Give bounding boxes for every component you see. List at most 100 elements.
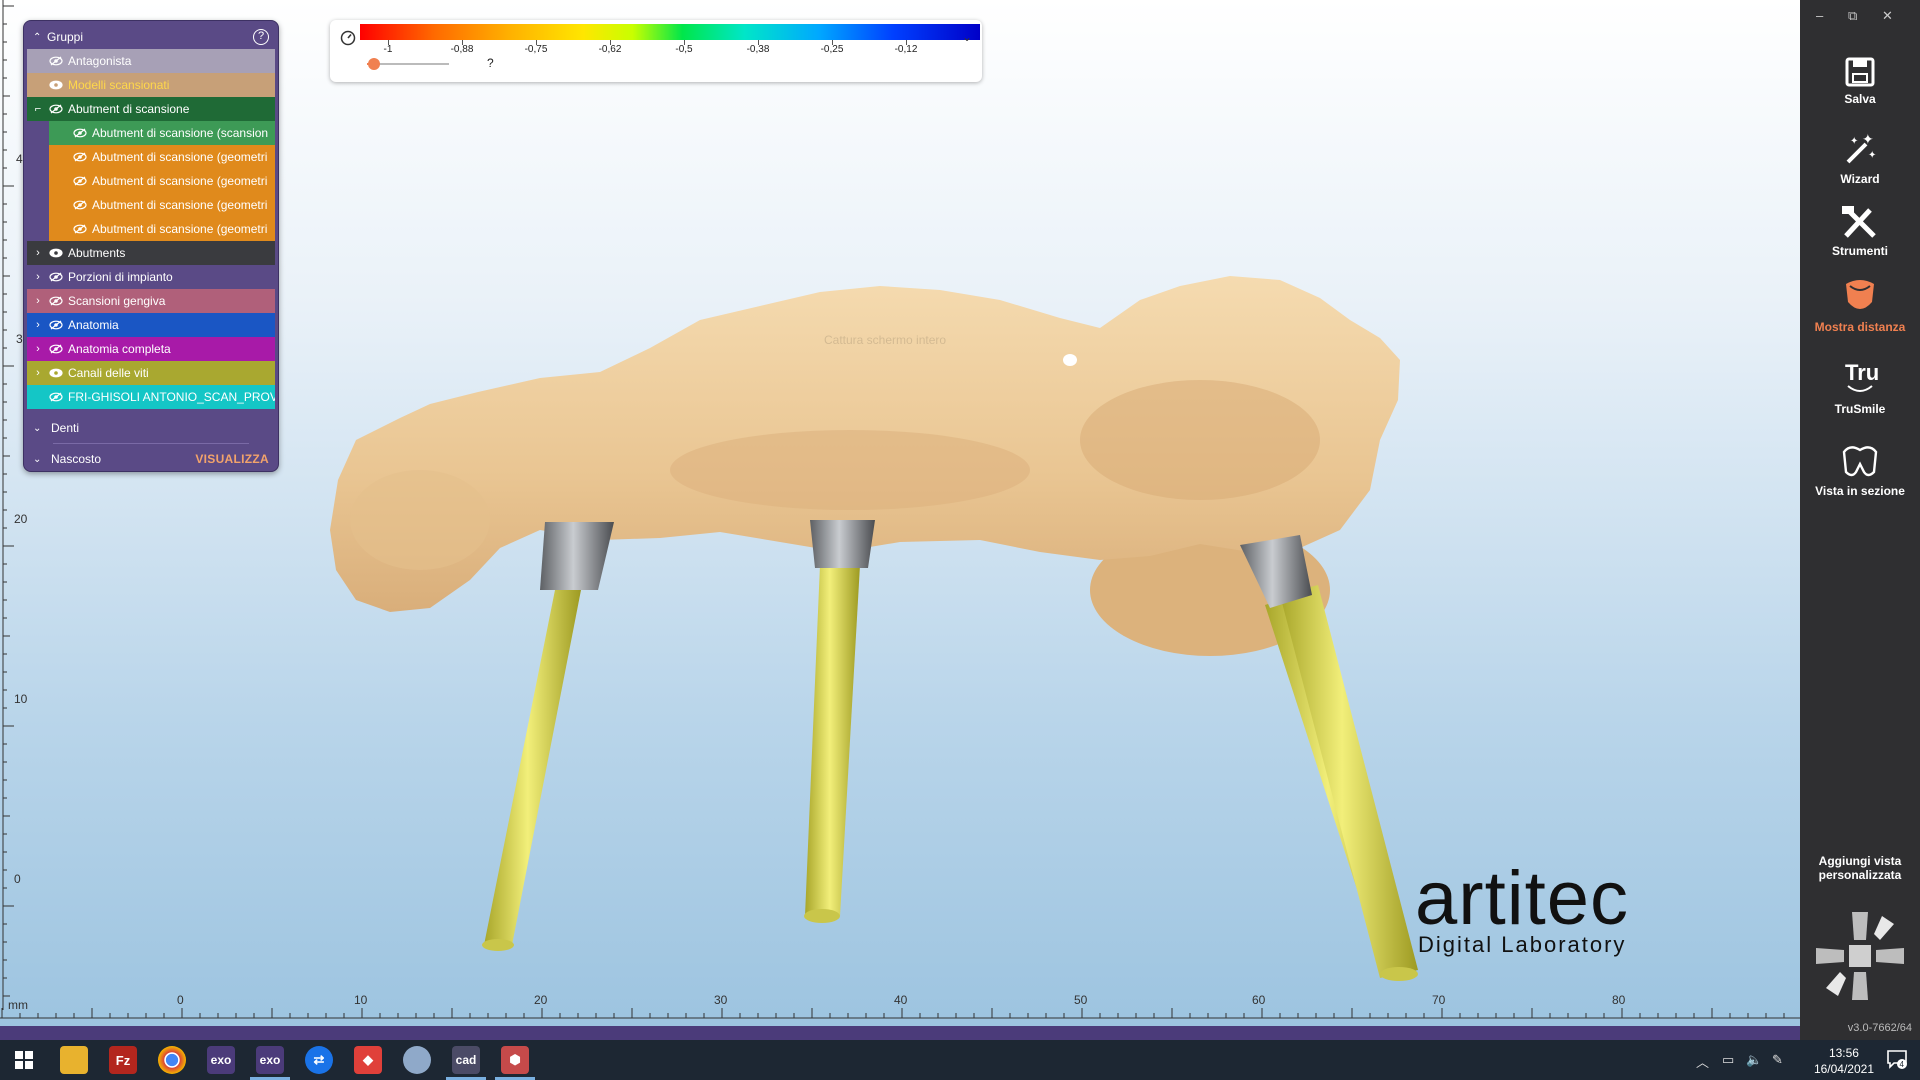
- pen-icon[interactable]: ✎: [1772, 1052, 1783, 1068]
- group-row[interactable]: › Anatomia completa: [27, 337, 275, 361]
- scale-label: -1: [383, 44, 393, 55]
- ruler-x-40: 40: [894, 993, 908, 1007]
- eye-off-icon[interactable]: [73, 176, 87, 186]
- group-row[interactable]: Abutment di scansione (geometri: [49, 169, 275, 193]
- ruler-x-80: 80: [1612, 993, 1626, 1007]
- volume-icon[interactable]: 🔈: [1746, 1052, 1762, 1068]
- trusmile-label: TruSmile: [1834, 402, 1886, 416]
- network-icon[interactable]: ▭: [1722, 1052, 1734, 1068]
- section-view-button[interactable]: Vista in sezione: [1800, 442, 1920, 498]
- eye-off-icon[interactable]: [73, 128, 87, 138]
- filezilla-icon[interactable]: Fz: [109, 1046, 137, 1074]
- eye-off-icon[interactable]: [73, 200, 87, 210]
- chevron-down-icon[interactable]: ⌄: [962, 30, 972, 44]
- distance-icon: [1846, 280, 1874, 309]
- group-row[interactable]: Abutment di scansione (geometri: [49, 193, 275, 217]
- save-button[interactable]: Salva: [1800, 56, 1920, 106]
- visualizza-button[interactable]: VISUALIZZA: [195, 452, 269, 466]
- group-row-label: Canali delle viti: [68, 366, 149, 380]
- chevron-right-icon[interactable]: ⌐: [27, 103, 49, 115]
- chevron-right-icon[interactable]: ›: [27, 343, 49, 355]
- eye-off-icon[interactable]: [49, 296, 63, 306]
- chevron-down-icon[interactable]: ⌄: [33, 454, 51, 465]
- eye-off-icon[interactable]: [49, 344, 63, 354]
- group-row[interactable]: › Canali delle viti: [27, 361, 275, 385]
- ruler-label-10: 10: [14, 692, 28, 706]
- eye-icon[interactable]: [49, 80, 63, 90]
- screw-channel-2-end: [804, 909, 840, 923]
- eye-off-icon[interactable]: [49, 56, 63, 66]
- 3d-app-icon[interactable]: [403, 1046, 431, 1074]
- eye-off-icon[interactable]: [49, 320, 63, 330]
- group-row[interactable]: Abutment di scansione (geometri: [49, 217, 275, 241]
- group-row[interactable]: Antagonista: [27, 49, 275, 73]
- view-navigation-icon[interactable]: [1812, 908, 1908, 1004]
- section-nascosto[interactable]: ⌄ Nascosto VISUALIZZA: [27, 446, 275, 472]
- cad-app-icon[interactable]: cad: [452, 1046, 480, 1074]
- model-shade: [670, 430, 1030, 510]
- scale-label: -0,62: [598, 44, 622, 55]
- exo-app-icon[interactable]: exo: [256, 1046, 284, 1074]
- status-strip: [0, 1026, 1800, 1040]
- chevron-down-icon[interactable]: ⌄: [33, 423, 51, 434]
- file-explorer-icon[interactable]: [60, 1046, 88, 1074]
- gauge-icon[interactable]: [340, 30, 356, 46]
- screw-channel-1-end: [482, 939, 514, 951]
- ruler-label-0: 0: [14, 872, 21, 886]
- group-row[interactable]: ⌐ Abutment di scansione: [27, 97, 275, 121]
- screw-channel-4-end: [1380, 967, 1418, 981]
- group-row-label: Scansioni gengiva: [68, 294, 166, 308]
- group-row-label: Anatomia completa: [68, 342, 171, 356]
- slider-hint: ?: [487, 56, 494, 70]
- section-view-label: Vista in sezione: [1815, 484, 1905, 498]
- eye-icon[interactable]: [49, 248, 63, 258]
- eye-off-icon[interactable]: [49, 272, 63, 282]
- eye-off-icon[interactable]: [73, 224, 87, 234]
- wand-icon: ✦ ✦ ✦: [1846, 132, 1876, 164]
- clock[interactable]: 13:56 16/04/2021: [1814, 1045, 1874, 1077]
- teamviewer-icon[interactable]: ⇄: [305, 1046, 333, 1074]
- chevron-right-icon[interactable]: ›: [27, 271, 49, 283]
- eye-icon[interactable]: [49, 368, 63, 378]
- windows-taskbar: Fz exo exo ⇄ ◆ cad ⬢ ︿ ▭ 🔈 ✎ 13:56 16/04…: [0, 1040, 1920, 1080]
- anydesk-icon[interactable]: ◆: [354, 1046, 382, 1074]
- group-row[interactable]: Abutment di scansione (scansion: [49, 121, 275, 145]
- group-row[interactable]: Abutment di scansione (geometri: [49, 145, 275, 169]
- chevron-right-icon[interactable]: ›: [27, 319, 49, 331]
- eye-off-icon[interactable]: [73, 152, 87, 162]
- minimize-icon[interactable]: –: [1816, 8, 1823, 23]
- close-icon[interactable]: ✕: [1882, 8, 1893, 24]
- group-row[interactable]: › Scansioni gengiva: [27, 289, 275, 313]
- group-row[interactable]: Modelli scansionati: [27, 73, 275, 97]
- group-row[interactable]: FRI-GHISOLI ANTONIO_SCAN_PROV...: [27, 385, 275, 409]
- restore-icon[interactable]: ⧉: [1848, 8, 1857, 24]
- section-denti[interactable]: ⌄ Denti: [27, 415, 275, 441]
- threshold-slider-knob[interactable]: [367, 58, 380, 70]
- show-distance-button[interactable]: Mostra distanza: [1800, 276, 1920, 334]
- group-list: Antagonista Modelli scansionati ⌐ Abutment …: [27, 49, 275, 409]
- group-row[interactable]: › Anatomia: [27, 313, 275, 337]
- ruler-label-20: 20: [14, 512, 28, 526]
- notification-icon[interactable]: 4: [1886, 1048, 1908, 1070]
- trusmile-button[interactable]: Tru TruSmile: [1800, 358, 1920, 416]
- chevron-right-icon[interactable]: ›: [27, 295, 49, 307]
- tools-button[interactable]: Strumenti: [1800, 204, 1920, 258]
- exo-app-icon[interactable]: exo: [207, 1046, 235, 1074]
- add-custom-view-button[interactable]: Aggiungi vista personalizzata: [1800, 854, 1920, 882]
- tray-chevron-icon[interactable]: ︿: [1696, 1052, 1709, 1071]
- chevron-up-icon[interactable]: ⌃: [33, 32, 47, 43]
- eye-off-icon[interactable]: [49, 392, 63, 402]
- start-icon[interactable]: [10, 1046, 38, 1074]
- help-icon[interactable]: ?: [253, 29, 269, 45]
- version-text: v3.0-7662/64: [1847, 1022, 1912, 1034]
- eye-off-icon[interactable]: [49, 104, 63, 114]
- group-row[interactable]: › Porzioni di impianto: [27, 265, 275, 289]
- artitec-logo-sub: Digital Laboratory: [1418, 932, 1626, 957]
- chrome-icon[interactable]: [158, 1046, 186, 1074]
- groups-header[interactable]: ⌃ Gruppi ?: [27, 25, 275, 49]
- wizard-button[interactable]: ✦ ✦ ✦ Wizard: [1800, 132, 1920, 186]
- chevron-right-icon[interactable]: ›: [27, 247, 49, 259]
- chevron-right-icon[interactable]: ›: [27, 367, 49, 379]
- group-row[interactable]: › Abutments: [27, 241, 275, 265]
- cube-app-icon[interactable]: ⬢: [501, 1046, 529, 1074]
